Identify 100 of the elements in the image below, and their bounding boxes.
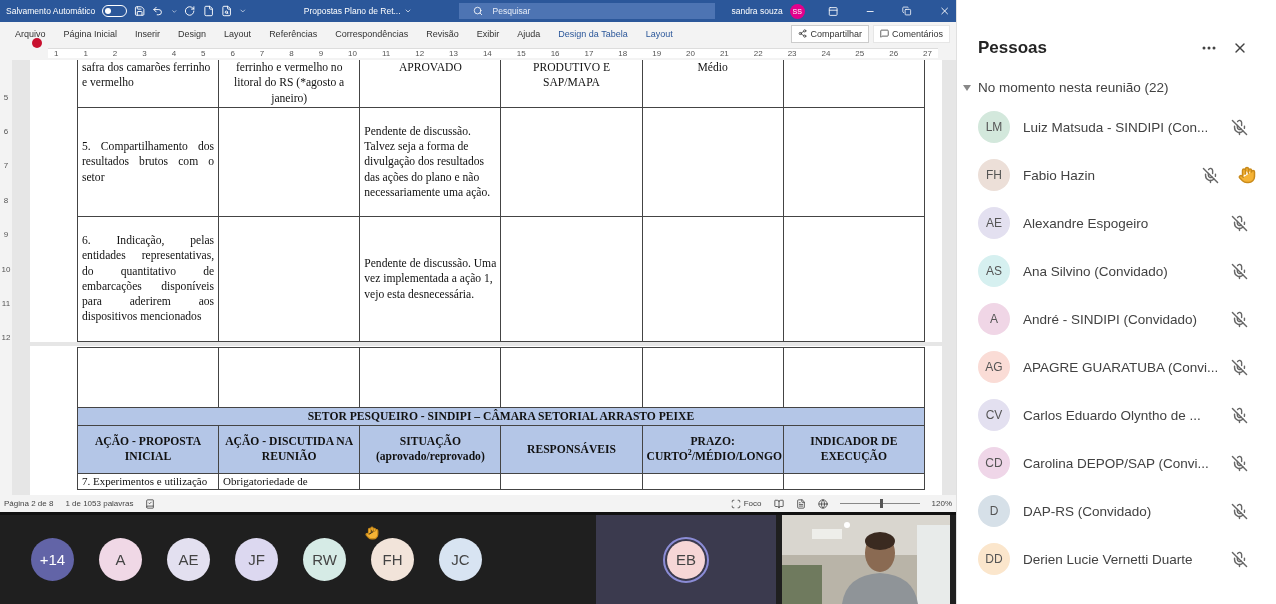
column-header: PRAZO: CURTO$^{2}$/MÉDIO/LONGO xyxy=(642,425,784,474)
participant-row[interactable]: CD Carolina DEPOP/SAP (Convi... xyxy=(978,439,1276,487)
participant-row[interactable]: LM Luiz Matsuda - SINDIPI (Con... xyxy=(978,103,1276,151)
proofing-icon[interactable] xyxy=(145,498,156,509)
ruler-number: 7 xyxy=(259,48,265,58)
participant-row[interactable]: AG APAGRE GUARATUBA (Convi... xyxy=(978,343,1276,391)
ribbon-tab[interactable]: Inserir xyxy=(127,28,169,39)
participant-avatar: CV xyxy=(978,399,1010,431)
close-icon[interactable] xyxy=(938,5,951,17)
caret-icon[interactable] xyxy=(239,7,247,15)
ribbon-tab[interactable]: Design xyxy=(170,28,215,39)
panel-title: Pessoas xyxy=(978,38,1048,58)
participant-avatar: CD xyxy=(978,447,1010,479)
ruler-number: 7 xyxy=(3,161,9,171)
ruler-number: 16 xyxy=(550,48,560,58)
ruler-number: 13 xyxy=(449,48,458,58)
participant-avatar[interactable]: +14 xyxy=(31,538,74,581)
table-cell: ferrinho e vermelho no litoral do RS (*agosto a janeiro) xyxy=(218,60,360,108)
participant-avatar[interactable]: AE xyxy=(167,538,210,581)
ruler-number: 24 xyxy=(821,48,831,58)
ribbon-tab[interactable]: Layout xyxy=(637,28,681,39)
more-options-button[interactable] xyxy=(1202,46,1216,50)
ruler-number: 15 xyxy=(516,48,526,58)
share-icon xyxy=(798,29,808,38)
ruler-number: 10 xyxy=(348,48,357,58)
comments-button[interactable]: Comentários xyxy=(872,24,950,43)
ribbon-display-icon[interactable] xyxy=(827,5,838,17)
participant-avatar[interactable]: RW xyxy=(303,538,346,581)
participant-avatar: AS xyxy=(978,255,1010,287)
ruler-number: 25 xyxy=(855,48,865,58)
participant-avatar[interactable]: FH xyxy=(371,538,414,581)
restore-icon[interactable] xyxy=(902,6,912,16)
share-button[interactable]: Compartilhar xyxy=(791,24,869,43)
ruler-number: 3 xyxy=(142,48,147,58)
ribbon-tab[interactable]: Referências xyxy=(261,28,326,39)
participant-row[interactable]: AE Alexandre Espogeiro xyxy=(978,199,1276,247)
participant-row[interactable]: D DAP-RS (Convidado) xyxy=(978,487,1276,535)
ruler-number: 11 xyxy=(381,48,391,58)
print-layout-icon[interactable] xyxy=(795,498,806,509)
participant-row[interactable]: CV Carlos Eduardo Olyntho de ... xyxy=(978,391,1276,439)
participant-avatar: AE xyxy=(978,207,1010,239)
document-title[interactable]: Propostas Plano de Ret... xyxy=(303,6,412,16)
table-cell: 6. Indicação, pelas entidades representativas, do quantitativo de embarcações disponíveis para aderirem aos dispositivos mencionados xyxy=(77,216,219,342)
participant-avatar[interactable]: JF xyxy=(235,538,278,581)
participant-name: Carlos Eduardo Olyntho de ... xyxy=(1023,407,1202,423)
participant-avatar: DD xyxy=(978,543,1010,575)
document-icon[interactable] xyxy=(202,5,214,17)
ribbon-tab[interactable]: Arquivo xyxy=(7,28,54,39)
autosave-label: Salvamento Automático xyxy=(6,6,96,16)
ruler-number: 19 xyxy=(652,48,662,58)
save-icon[interactable] xyxy=(134,5,146,17)
participant-name: Alexandre Espogeiro xyxy=(1023,215,1150,231)
participant-avatar[interactable]: A xyxy=(99,538,142,581)
ribbon-tab[interactable]: Correspondências xyxy=(327,28,417,39)
participant-row[interactable]: DD Derien Lucie Vernetti Duarte xyxy=(978,535,1276,583)
ruler-number: 5 xyxy=(3,92,9,102)
user-name: sandra souza xyxy=(731,6,783,16)
participant-name: Fabio Hazin xyxy=(1023,167,1097,183)
read-mode-icon[interactable] xyxy=(773,498,784,509)
ribbon-tab[interactable]: Revisão xyxy=(418,28,467,39)
ribbon-tab[interactable]: Página Inicial xyxy=(55,28,126,39)
table-cell: 7. Experimentos e utilização xyxy=(77,473,219,490)
ribbon-tab[interactable]: Ajuda xyxy=(509,28,549,39)
page-count: Página 2 de 8 xyxy=(4,499,54,508)
ruler-number: 11 xyxy=(1,298,11,308)
ruler-number: 8 xyxy=(3,195,9,205)
ruler-number: 12 xyxy=(415,48,425,58)
speaker-avatar: EB xyxy=(667,540,705,579)
web-layout-icon[interactable] xyxy=(817,498,828,509)
word-count: 1 de 1053 palavras xyxy=(65,499,134,508)
table-cell: Obrigatoriedade de xyxy=(218,473,360,490)
table-cell: APROVADO xyxy=(359,60,501,108)
redo-icon[interactable] xyxy=(184,5,196,17)
ruler-number: 9 xyxy=(3,230,9,240)
table-cell: Pendente de discussão. Talvez seja a forma de divulgação dos resultados das ações do plano e não necessariamente uma ação. xyxy=(359,107,501,217)
ribbon-tab[interactable]: Design da Tabela xyxy=(550,28,636,39)
participant-row[interactable]: AS Ana Silvino (Convidado) xyxy=(978,247,1276,295)
zoom-thumb[interactable] xyxy=(879,499,883,508)
ruler-number: 4 xyxy=(171,48,177,58)
ruler-number: 22 xyxy=(753,48,763,58)
undo-icon[interactable] xyxy=(152,5,164,17)
section-header[interactable]: No momento nesta reunião (22) xyxy=(963,80,1276,95)
participant-row[interactable]: FH Fabio Hazin xyxy=(978,151,1276,199)
participant-name: Ana Silvino (Convidado) xyxy=(1023,263,1169,279)
participant-name: Luiz Matsuda - SINDIPI (Con... xyxy=(1023,119,1210,135)
participant-name: Carolina DEPOP/SAP (Convi... xyxy=(1023,455,1210,471)
ribbon-tab[interactable]: Exibir xyxy=(468,28,508,39)
table-cell: Médio xyxy=(642,60,784,108)
focus-button[interactable]: Foco xyxy=(730,498,762,509)
ribbon-tab[interactable]: Layout xyxy=(216,28,260,39)
search-field[interactable]: Pesquisar xyxy=(458,3,715,19)
ruler-number: 27 xyxy=(923,48,932,58)
participant-avatar: D xyxy=(978,495,1010,527)
participant-avatar[interactable]: JC xyxy=(439,538,482,581)
table-cell: Pendente de discussão. Uma vez implementada a ação 1, vejo esta desnecessária. xyxy=(359,216,501,342)
participant-row[interactable]: A André - SINDIPI (Convidado) xyxy=(978,295,1276,343)
participant-avatar: AG xyxy=(978,351,1010,383)
print-preview-icon[interactable] xyxy=(220,5,233,17)
triangle-icon xyxy=(963,84,971,91)
participant-name: APAGRE GUARATUBA (Convi... xyxy=(1023,359,1220,375)
